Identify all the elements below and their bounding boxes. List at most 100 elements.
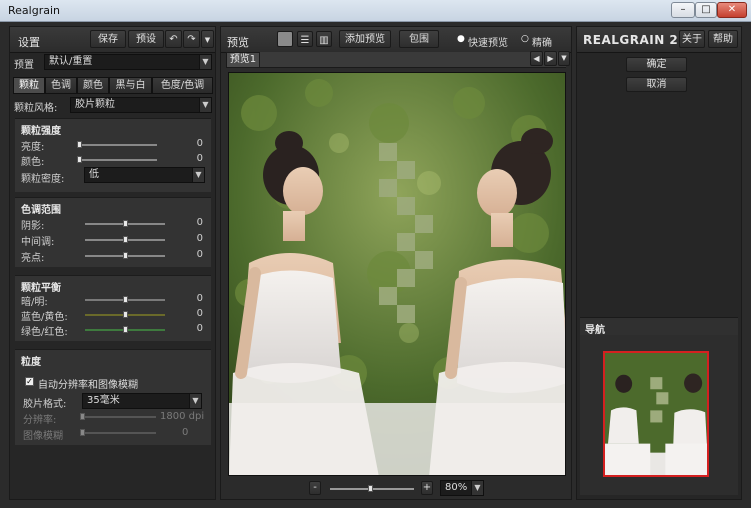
brand-logo: REALGRAIN 2	[583, 33, 679, 47]
about-button[interactable]: 关于	[679, 30, 705, 48]
blur-label: 图像模糊	[23, 431, 63, 442]
navigator-header: 导航	[580, 317, 738, 336]
highlights-slider[interactable]	[85, 252, 165, 259]
zoom-slider[interactable]	[330, 485, 414, 492]
density-dropdown[interactable]: 低 ▼	[84, 167, 205, 183]
save-button[interactable]: 保存	[90, 30, 126, 48]
accurate-radio-icon[interactable]: ○	[521, 34, 529, 44]
settings-tabs: 颗粒 色调 颜色 黑与白 色度/色调	[13, 77, 213, 94]
tab-scroll-right-icon[interactable]: ▶	[544, 51, 557, 66]
zoom-dropdown[interactable]: 80% ▼	[440, 480, 484, 496]
grain-balance-section: 颗粒平衡 暗/明: 0 蓝色/黄色: 0 绿色/红色: 0	[15, 275, 211, 341]
settings-title: 设置	[18, 36, 40, 49]
shadows-knob[interactable]	[123, 220, 129, 227]
blur-value: 0	[182, 427, 189, 438]
preset-button[interactable]: 预设	[128, 30, 164, 48]
chevron-down-icon: ▼	[199, 98, 211, 112]
close-button[interactable]: ✕	[717, 2, 747, 18]
chevron-down-icon: ▼	[192, 168, 204, 182]
dark-light-label: 暗/明:	[21, 297, 48, 308]
grain-strength-title: 颗粒强度	[21, 126, 61, 137]
ok-button[interactable]: 确定	[626, 57, 687, 72]
tab-color[interactable]: 颜色	[77, 77, 109, 94]
blue-yellow-knob[interactable]	[123, 311, 129, 318]
blue-yellow-value: 0	[196, 308, 203, 319]
zoom-in-button[interactable]: +	[421, 481, 433, 495]
grain-style-value: 胶片颗粒	[75, 99, 115, 110]
help-button[interactable]: 帮助	[708, 30, 738, 48]
zoom-value: 80%	[445, 482, 468, 493]
tab-scroll-left-icon[interactable]: ◀	[530, 51, 543, 66]
blur-slider[interactable]	[80, 429, 156, 436]
preview-image[interactable]	[228, 72, 566, 476]
tab-grain[interactable]: 颗粒	[13, 77, 45, 94]
dark-light-knob[interactable]	[123, 296, 129, 303]
color-row: 颜色: 0	[21, 153, 207, 168]
green-red-knob[interactable]	[123, 326, 129, 333]
midtones-value: 0	[196, 233, 203, 244]
green-red-label: 绿色/红色:	[21, 327, 68, 338]
preset-value: 默认/重置	[49, 56, 93, 67]
preview-title: 预览	[227, 36, 249, 49]
tone-range-section: 色调范围 阴影: 0 中间调: 0 亮点: 0	[15, 197, 211, 267]
split-vertical-icon[interactable]: ▥	[316, 31, 332, 47]
single-view-icon[interactable]	[277, 31, 293, 47]
auto-resolution-checkbox[interactable]: ✓	[25, 377, 34, 386]
brightness-slider[interactable]	[77, 141, 157, 148]
minimize-button[interactable]: –	[671, 2, 695, 18]
brightness-value: 0	[196, 138, 203, 149]
grain-style-dropdown[interactable]: 胶片颗粒 ▼	[70, 97, 212, 113]
highlights-label: 亮点:	[21, 253, 45, 264]
shadows-slider[interactable]	[85, 220, 165, 227]
shadows-value: 0	[196, 217, 203, 228]
split-horizontal-icon[interactable]: ☰	[297, 31, 313, 47]
fast-preview-label[interactable]: 快速预览	[468, 34, 508, 49]
redo-icon[interactable]: ↷	[183, 30, 200, 48]
resolution-knob[interactable]	[80, 413, 85, 420]
blue-yellow-slider[interactable]	[85, 311, 165, 318]
history-menu-icon[interactable]: ▼	[201, 30, 214, 48]
preset-dropdown[interactable]: 默认/重置 ▼	[44, 54, 212, 70]
midtones-row: 中间调: 0	[21, 233, 207, 248]
color-slider[interactable]	[77, 156, 157, 163]
tab-menu-icon[interactable]: ▼	[558, 51, 570, 66]
tab-preview-1[interactable]: 预览1	[226, 52, 260, 68]
dark-light-value: 0	[196, 293, 203, 304]
brightness-label: 亮度:	[21, 142, 45, 153]
accurate-label[interactable]: 精确	[532, 34, 552, 49]
bracket-button[interactable]: 包围	[399, 30, 439, 48]
add-preview-button[interactable]: 添加预览	[339, 30, 391, 48]
zoom-out-button[interactable]: -	[309, 481, 321, 495]
density-value: 低	[89, 169, 99, 180]
highlights-knob[interactable]	[123, 252, 129, 259]
blur-knob[interactable]	[80, 429, 85, 436]
undo-icon[interactable]: ↶	[165, 30, 182, 48]
fast-preview-radio-icon[interactable]: ●	[457, 34, 465, 44]
film-format-dropdown[interactable]: 35毫米 ▼	[82, 393, 202, 409]
navigator-thumbnail[interactable]	[603, 351, 709, 477]
chevron-down-icon: ▼	[471, 481, 483, 495]
green-red-slider[interactable]	[85, 326, 165, 333]
chevron-down-icon: ▼	[199, 55, 211, 69]
color-knob[interactable]	[77, 156, 82, 163]
brightness-knob[interactable]	[77, 141, 82, 148]
shadows-label: 阴影:	[21, 221, 45, 232]
resolution-slider[interactable]	[80, 413, 156, 420]
midtones-label: 中间调:	[21, 237, 55, 248]
tab-black-white[interactable]: 黑与白	[109, 77, 152, 94]
dark-light-slider[interactable]	[85, 296, 165, 303]
film-format-label: 胶片格式:	[23, 399, 67, 410]
color-label: 颜色:	[21, 157, 45, 168]
granularity-title: 粒度	[21, 357, 41, 368]
tab-tone[interactable]: 色调	[45, 77, 77, 94]
auto-resolution-label: 自动分辨率和图像模糊	[38, 380, 138, 391]
zoom-knob[interactable]	[368, 485, 373, 492]
midtones-slider[interactable]	[85, 236, 165, 243]
maximize-button[interactable]: □	[695, 2, 717, 18]
resolution-value: 1800 dpi	[160, 411, 205, 422]
midtones-knob[interactable]	[123, 236, 129, 243]
dark-light-row: 暗/明: 0	[21, 293, 207, 308]
preset-label: 预置	[14, 60, 34, 71]
cancel-button[interactable]: 取消	[626, 77, 687, 92]
tab-hue[interactable]: 色度/色调	[152, 77, 213, 94]
